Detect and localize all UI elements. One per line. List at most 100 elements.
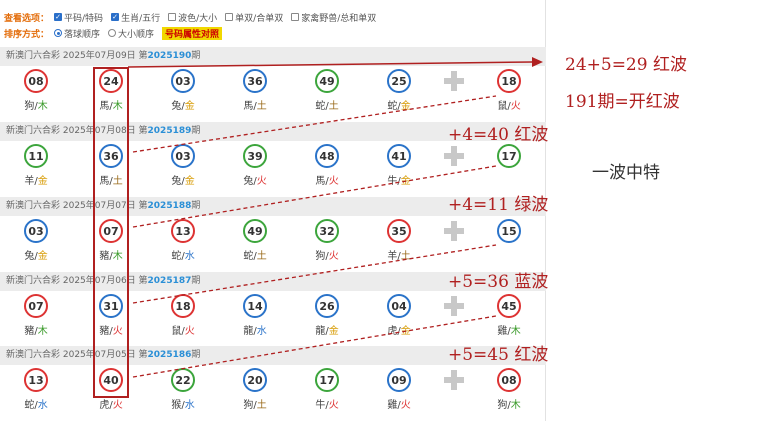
- draw-issue-number[interactable]: 2025186: [148, 350, 192, 360]
- zodiac-element-label: 龍/水: [235, 322, 275, 337]
- element-label: 木: [510, 400, 521, 411]
- special-number-ball: 17: [497, 144, 521, 168]
- zodiac-label: 蛇: [243, 251, 254, 262]
- checkbox-icon[interactable]: [225, 13, 234, 21]
- element-label: 金: [400, 176, 411, 187]
- option-odd-even[interactable]: 单双/合单双: [225, 11, 283, 24]
- draw-issue-suffix: 期: [191, 201, 201, 211]
- draw-issue-number[interactable]: 2025189: [148, 126, 192, 136]
- element-label: 金: [184, 101, 195, 112]
- element-label: 土: [328, 101, 339, 112]
- annotation-step1: +4=40 红波: [448, 125, 549, 145]
- element-label: 金: [400, 101, 411, 112]
- zodiac-element-label: 蛇/土: [307, 97, 347, 112]
- view-options-row: 查看选项： ✓ 平码/特码 ✓ 生肖/五行 波色/大小 单双/合单双 家禽野兽/总和…: [4, 9, 384, 25]
- element-label: 水: [184, 400, 195, 411]
- checkbox-icon[interactable]: [291, 13, 300, 21]
- element-label: 火: [256, 176, 267, 187]
- number-ball: 26: [315, 294, 339, 318]
- zodiac-label: 兔: [171, 176, 182, 187]
- element-label: 土: [256, 101, 267, 112]
- zodiac-label: 狗: [243, 400, 254, 411]
- number-ball: 48: [315, 144, 339, 168]
- zodiac-element-label: 豬/木: [16, 322, 56, 337]
- annotation-line3: 一波中特: [592, 163, 660, 183]
- zodiac-label: 蛇: [24, 400, 35, 411]
- draw-issue-number[interactable]: 2025187: [148, 276, 192, 286]
- zodiac-label: 雞: [387, 400, 398, 411]
- zodiac-label: 豬: [24, 326, 35, 337]
- option-domestic-wild[interactable]: 家禽野兽/总和单双: [291, 11, 376, 24]
- zodiac-label: 馬: [315, 176, 326, 187]
- zodiac-element-label: 兔/火: [235, 172, 275, 187]
- zodiac-element-label: 牛/火: [307, 396, 347, 411]
- number-ball: 49: [315, 69, 339, 93]
- element-label: 金: [400, 326, 411, 337]
- element-label: 金: [37, 251, 48, 262]
- number-ball: 17: [315, 368, 339, 392]
- checkbox-checked-icon[interactable]: ✓: [54, 13, 63, 21]
- number-ball: 22: [171, 368, 195, 392]
- zodiac-element-label: 兔/金: [163, 172, 203, 187]
- option-flat-special[interactable]: ✓ 平码/特码: [54, 11, 103, 24]
- radio-selected-icon[interactable]: [54, 29, 63, 37]
- zodiac-element-label: 狗/土: [235, 396, 275, 411]
- element-label: 木: [37, 326, 48, 337]
- zodiac-label: 雞: [497, 326, 508, 337]
- annotation-line1: 24+5=29 红波: [565, 55, 687, 75]
- annotation-step2: +4=11 绿波: [448, 195, 549, 215]
- number-ball: 32: [315, 219, 339, 243]
- option-wave-size[interactable]: 波色/大小: [168, 11, 217, 24]
- number-ball: 18: [171, 294, 195, 318]
- sort-draw-order[interactable]: 落球顺序: [54, 27, 100, 40]
- checkbox-icon[interactable]: [168, 13, 177, 21]
- zodiac-element-label: 雞/木: [489, 322, 529, 337]
- plus-icon: [444, 146, 464, 166]
- draw-issue-number[interactable]: 2025190: [148, 51, 192, 61]
- special-number-ball: 08: [497, 368, 521, 392]
- zodiac-element-label: 狗/木: [489, 396, 529, 411]
- zodiac-label: 鼠: [497, 101, 508, 112]
- element-label: 火: [328, 251, 339, 262]
- zodiac-label: 猴: [171, 400, 182, 411]
- number-ball: 13: [24, 368, 48, 392]
- number-ball: 03: [24, 219, 48, 243]
- plus-icon: [444, 370, 464, 390]
- element-label: 金: [184, 176, 195, 187]
- sort-options-title: 排序方式：: [4, 29, 50, 40]
- zodiac-label: 牛: [387, 176, 398, 187]
- option-zodiac-element[interactable]: ✓ 生肖/五行: [111, 11, 160, 24]
- sort-options-row: 排序方式： 落球顺序 大小顺序 号码属性对照: [4, 25, 223, 41]
- zodiac-label: 牛: [315, 400, 326, 411]
- radio-icon[interactable]: [108, 29, 117, 37]
- number-ball: 13: [171, 219, 195, 243]
- draw-issue-number[interactable]: 2025188: [148, 201, 192, 211]
- plus-icon: [444, 221, 464, 241]
- second-ball-highlight-box: [93, 67, 129, 398]
- special-number-ball: 45: [497, 294, 521, 318]
- element-label: 水: [256, 326, 267, 337]
- zodiac-label: 羊: [24, 176, 35, 187]
- annotation-step4: +5=45 红波: [448, 345, 549, 365]
- special-number-ball: 15: [497, 219, 521, 243]
- zodiac-label: 鼠: [171, 326, 182, 337]
- zodiac-element-label: 蛇/土: [235, 247, 275, 262]
- view-options-title: 查看选项：: [4, 13, 50, 24]
- attribute-table-link[interactable]: 号码属性对照: [162, 26, 223, 40]
- zodiac-element-label: 虎/金: [379, 322, 419, 337]
- zodiac-element-label: 猴/水: [163, 396, 203, 411]
- number-ball: 39: [243, 144, 267, 168]
- element-label: 火: [112, 400, 123, 411]
- draw-issue-suffix: 期: [191, 126, 201, 136]
- number-ball: 11: [24, 144, 48, 168]
- screenshot-stage: { "options": { "view_title": "查看选项：", "v…: [0, 0, 766, 421]
- sort-size-order[interactable]: 大小顺序: [108, 27, 154, 40]
- zodiac-element-label: 鼠/火: [489, 97, 529, 112]
- zodiac-label: 虎: [99, 400, 110, 411]
- draw-issue-suffix: 期: [191, 276, 201, 286]
- checkbox-checked-icon[interactable]: ✓: [111, 13, 120, 21]
- zodiac-element-label: 蛇/金: [379, 97, 419, 112]
- zodiac-label: 龍: [243, 326, 254, 337]
- number-ball: 25: [387, 69, 411, 93]
- zodiac-label: 羊: [387, 251, 398, 262]
